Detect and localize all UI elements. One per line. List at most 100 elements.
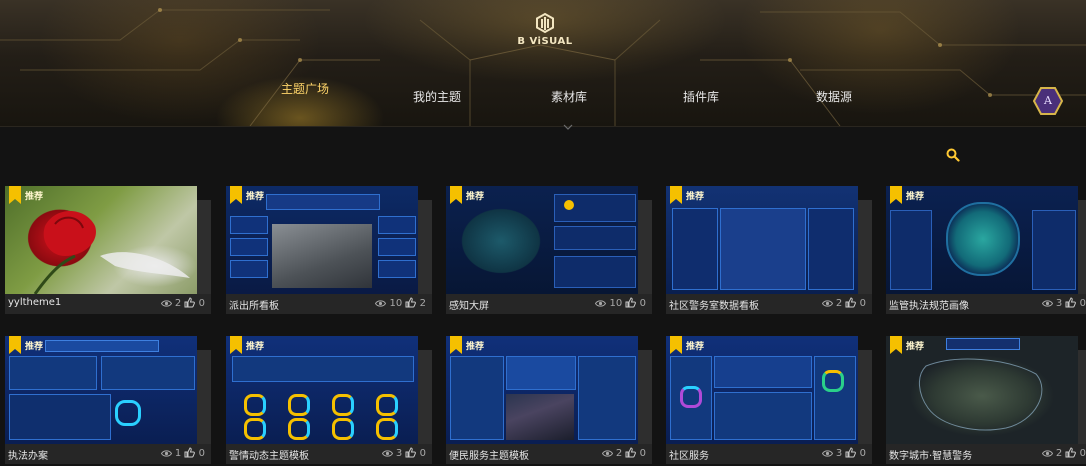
thumb-photo <box>506 394 574 440</box>
card-title: 数字城市·智慧警务 <box>889 451 973 462</box>
theme-card[interactable]: 推荐 执法办案 1 0 <box>5 336 217 465</box>
ribbon-icon <box>230 336 242 354</box>
view-count: 2 <box>835 298 843 309</box>
card-title: 执法办案 <box>8 451 48 462</box>
thumb-ring <box>332 418 354 440</box>
card-caption: 监管执法规范画像 3 0 <box>886 294 1086 314</box>
eye-icon <box>160 450 172 457</box>
thumbs-up-icon[interactable] <box>625 297 637 308</box>
like-count: 0 <box>859 448 866 459</box>
card-thumbnail <box>446 186 638 294</box>
view-count: 10 <box>389 298 403 309</box>
view-count: 3 <box>1055 298 1063 309</box>
card-thumbnail <box>446 336 638 444</box>
card-thumbnail <box>5 336 197 444</box>
thumbs-up-icon[interactable] <box>845 297 857 308</box>
thumb-panel <box>1032 210 1076 290</box>
view-count: 2 <box>174 298 182 309</box>
theme-card[interactable]: 推荐 便民服务主题模板 2 0 <box>446 336 658 465</box>
card-stats: 2 0 <box>160 297 205 309</box>
theme-card[interactable]: 推荐 警情动态主题模板 3 0 <box>226 336 438 465</box>
theme-card[interactable]: 推荐 社区警务室数据看板 2 0 <box>666 186 878 315</box>
thumbs-up-icon[interactable] <box>405 447 417 458</box>
thumb-panel <box>101 356 195 390</box>
card-caption: 数字城市·智慧警务 2 0 <box>886 444 1086 464</box>
card-thumbnail <box>666 186 858 294</box>
card-stats: 2 0 <box>601 447 646 459</box>
view-count: 2 <box>615 448 623 459</box>
like-count: 0 <box>198 448 205 459</box>
thumb-panel <box>578 356 636 440</box>
rose-illustration <box>33 211 190 294</box>
recommend-label: 推荐 <box>25 192 44 202</box>
view-count: 3 <box>835 448 843 459</box>
card-title: 便民服务主题模板 <box>449 451 529 462</box>
thumb-panel <box>720 208 806 290</box>
thumb-panel <box>554 256 636 288</box>
view-count: 2 <box>1055 448 1063 459</box>
card-stats: 10 2 <box>375 297 426 309</box>
thumbs-up-icon[interactable] <box>625 447 637 458</box>
card-caption: 警情动态主题模板 3 0 <box>226 444 432 464</box>
card-thumbnail <box>226 186 418 294</box>
ribbon-icon <box>670 186 682 204</box>
view-count: 1 <box>174 448 182 459</box>
theme-card[interactable]: 推荐 派出所看板 10 2 <box>226 186 438 315</box>
theme-card[interactable]: 推荐 社区服务 3 0 <box>666 336 878 465</box>
thumbs-up-icon[interactable] <box>1065 447 1077 458</box>
thumb-panel <box>714 356 812 388</box>
eye-icon <box>1041 300 1053 307</box>
card-title: 社区服务 <box>669 451 709 462</box>
ribbon-icon <box>230 186 242 204</box>
thumb-panel <box>378 216 416 234</box>
recommend-label: 推荐 <box>686 192 705 202</box>
thumb-panel <box>890 210 932 290</box>
thumb-panel <box>506 356 576 390</box>
thumbs-up-icon[interactable] <box>845 447 857 458</box>
theme-card[interactable]: 推荐 监管执法规范画像 3 0 <box>886 186 1086 315</box>
thumbs-up-icon[interactable] <box>405 297 417 308</box>
thumb-ring <box>822 370 844 392</box>
thumbs-up-icon[interactable] <box>184 297 196 308</box>
eye-icon <box>601 450 613 457</box>
thumb-ring <box>332 394 354 416</box>
thumbs-up-icon[interactable] <box>184 447 196 458</box>
thumb-ring <box>376 394 398 416</box>
thumb-panel <box>230 238 268 256</box>
theme-card[interactable]: 推荐 感知大屏 10 0 <box>446 186 658 315</box>
card-stats: 10 0 <box>595 297 646 309</box>
recommend-label: 推荐 <box>906 192 925 202</box>
recommend-label: 推荐 <box>25 342 44 352</box>
thumb-panel <box>814 356 856 440</box>
card-stats: 3 0 <box>381 447 426 459</box>
card-thumbnail <box>666 336 858 444</box>
thumbs-up-icon[interactable] <box>1065 297 1077 308</box>
thumb-ring <box>244 394 266 416</box>
thumb-panel <box>714 392 812 440</box>
card-stats: 2 0 <box>1041 447 1086 459</box>
eye-icon <box>595 300 607 307</box>
ribbon-icon <box>450 186 462 204</box>
theme-card[interactable]: 推荐 数字城市·智慧警务 2 0 <box>886 336 1086 465</box>
ribbon-icon <box>9 336 21 354</box>
eye-icon <box>821 300 833 307</box>
ribbon-icon <box>9 186 21 204</box>
theme-card[interactable]: 推荐 yyltheme1 2 0 <box>5 186 217 315</box>
card-stats: 1 0 <box>160 447 205 459</box>
thumb-header <box>45 340 159 352</box>
thumb-panel <box>230 216 268 234</box>
ribbon-icon <box>450 336 462 354</box>
view-count: 10 <box>609 298 623 309</box>
theme-grid: 推荐 yyltheme1 2 0 推荐 派出所看板 10 2 推荐 感知大屏 1… <box>0 0 1086 466</box>
card-title: 感知大屏 <box>449 301 489 312</box>
thumb-panel <box>230 260 268 278</box>
thumb-province-map <box>946 202 1020 276</box>
card-title: yyltheme1 <box>8 297 62 308</box>
card-stats: 3 0 <box>1041 297 1086 309</box>
recommend-label: 推荐 <box>686 342 705 352</box>
thumb-panel <box>554 226 636 250</box>
thumb-panel <box>378 238 416 256</box>
thumb-ring <box>680 386 702 408</box>
card-thumbnail <box>886 336 1078 444</box>
like-count: 0 <box>859 298 866 309</box>
